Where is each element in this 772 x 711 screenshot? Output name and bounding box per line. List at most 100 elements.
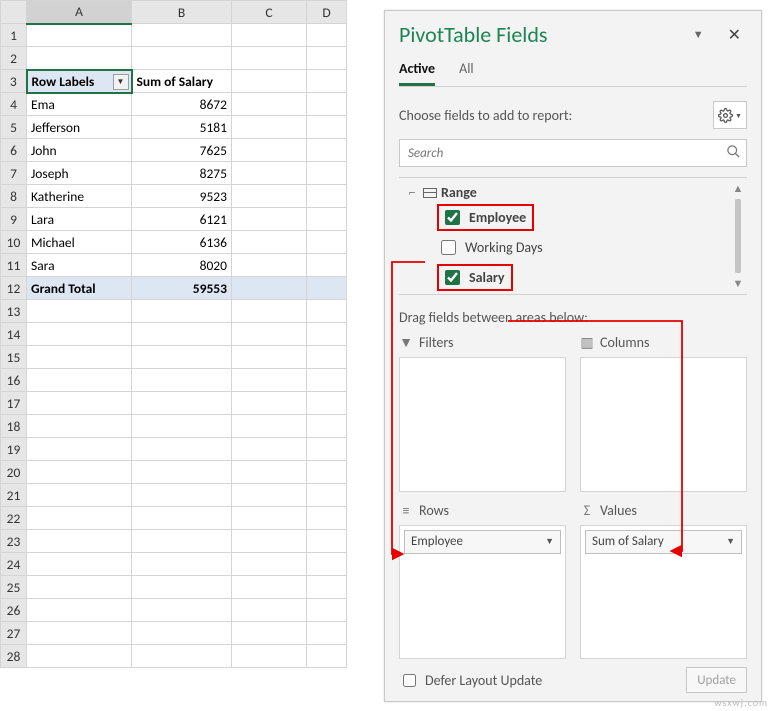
pivot-data-cell[interactable]: Michael bbox=[27, 231, 132, 254]
row-header[interactable]: 23 bbox=[1, 530, 27, 553]
select-all-corner[interactable] bbox=[1, 1, 27, 24]
row-header[interactable]: 17 bbox=[1, 392, 27, 415]
row-header[interactable]: 26 bbox=[1, 599, 27, 622]
row-header[interactable]: 10 bbox=[1, 231, 27, 254]
row-header[interactable]: 24 bbox=[1, 553, 27, 576]
row-header[interactable]: 9 bbox=[1, 208, 27, 231]
rows-area[interactable]: ≡ Rows Employee ▼ bbox=[399, 502, 566, 660]
update-button[interactable]: Update bbox=[686, 667, 747, 693]
pivot-data-cell[interactable]: Katherine bbox=[27, 185, 132, 208]
choose-fields-label: Choose fields to add to report: bbox=[399, 107, 572, 124]
range-node[interactable]: ⌐ Range bbox=[399, 184, 729, 201]
values-field-sum-salary[interactable]: Sum of Salary ▼ bbox=[585, 530, 742, 554]
row-labels-text: Row Labels bbox=[32, 73, 95, 90]
pivot-row-labels-header[interactable]: Row Labels ▼ bbox=[27, 70, 132, 93]
filters-label: Filters bbox=[419, 334, 453, 351]
rows-field-employee[interactable]: Employee ▼ bbox=[404, 530, 561, 554]
row-header[interactable]: 12 bbox=[1, 277, 27, 300]
field-employee-label: Employee bbox=[469, 209, 526, 226]
row-header[interactable]: 5 bbox=[1, 116, 27, 139]
row-header[interactable]: 8 bbox=[1, 185, 27, 208]
row-header[interactable]: 16 bbox=[1, 369, 27, 392]
defer-layout-checkbox[interactable]: Defer Layout Update bbox=[399, 671, 542, 690]
pivot-data-cell[interactable]: Lara bbox=[27, 208, 132, 231]
rows-label: Rows bbox=[419, 502, 449, 519]
row-header[interactable]: 3 bbox=[1, 70, 27, 93]
panel-title: PivotTable Fields bbox=[399, 21, 687, 48]
row-header[interactable]: 27 bbox=[1, 622, 27, 645]
table-icon bbox=[423, 188, 437, 198]
row-header[interactable]: 6 bbox=[1, 139, 27, 162]
row-header[interactable]: 13 bbox=[1, 300, 27, 323]
values-area[interactable]: ΣValues Sum of Salary ▼ bbox=[580, 502, 747, 660]
row-header[interactable]: 1 bbox=[1, 24, 27, 47]
filters-area[interactable]: ▼Filters bbox=[399, 334, 566, 492]
panel-tabs: Active All bbox=[399, 60, 747, 87]
field-employee[interactable]: Employee bbox=[399, 201, 729, 234]
field-salary[interactable]: Salary bbox=[399, 261, 729, 294]
close-button[interactable]: ✕ bbox=[722, 24, 747, 46]
watermark: wsxwj.com bbox=[714, 696, 768, 709]
spreadsheet-grid: A B C D 1 2 3 Row Labels ▼ Sum of Salary… bbox=[0, 0, 380, 668]
pivot-grand-total-value[interactable]: 59553 bbox=[132, 277, 232, 300]
pivot-grand-total-label[interactable]: Grand Total bbox=[27, 277, 132, 300]
values-field-label: Sum of Salary bbox=[592, 534, 664, 549]
scroll-down-icon[interactable]: ▼ bbox=[733, 277, 744, 290]
col-header-D[interactable]: D bbox=[307, 1, 347, 24]
field-salary-label: Salary bbox=[469, 269, 505, 286]
row-header[interactable]: 18 bbox=[1, 415, 27, 438]
tab-all[interactable]: All bbox=[459, 60, 474, 86]
tools-button[interactable]: ▼ bbox=[713, 101, 747, 129]
pivot-sum-header[interactable]: Sum of Salary bbox=[132, 70, 232, 93]
pivot-data-cell[interactable]: 8672 bbox=[132, 93, 232, 116]
col-header-C[interactable]: C bbox=[232, 1, 307, 24]
pivot-data-cell[interactable]: 5181 bbox=[132, 116, 232, 139]
row-header[interactable]: 15 bbox=[1, 346, 27, 369]
row-header[interactable]: 11 bbox=[1, 254, 27, 277]
field-working-days-checkbox[interactable] bbox=[441, 240, 456, 255]
field-salary-checkbox[interactable] bbox=[445, 270, 460, 285]
dropdown-caret-icon[interactable]: ▼ bbox=[545, 536, 554, 547]
pivot-data-cell[interactable]: 9523 bbox=[132, 185, 232, 208]
pivot-filter-dropdown[interactable]: ▼ bbox=[113, 74, 129, 90]
defer-checkbox-input[interactable] bbox=[403, 674, 416, 687]
field-working-days[interactable]: Working Days bbox=[399, 234, 729, 261]
col-header-B[interactable]: B bbox=[132, 1, 232, 24]
rows-icon: ≡ bbox=[399, 502, 413, 519]
dropdown-caret-icon[interactable]: ▼ bbox=[726, 536, 735, 547]
row-header[interactable]: 4 bbox=[1, 93, 27, 116]
row-header[interactable]: 20 bbox=[1, 461, 27, 484]
search-input[interactable] bbox=[399, 139, 747, 167]
panel-options-caret-icon[interactable]: ▼ bbox=[693, 28, 704, 41]
row-header[interactable]: 14 bbox=[1, 323, 27, 346]
pivot-data-cell[interactable]: 7625 bbox=[132, 139, 232, 162]
columns-icon: ▥ bbox=[580, 334, 594, 351]
field-employee-checkbox[interactable] bbox=[445, 210, 460, 225]
pivot-data-cell[interactable]: Ema bbox=[27, 93, 132, 116]
values-icon: Σ bbox=[580, 502, 594, 519]
pivot-data-cell[interactable]: John bbox=[27, 139, 132, 162]
row-header[interactable]: 2 bbox=[1, 47, 27, 70]
row-header[interactable]: 28 bbox=[1, 645, 27, 668]
field-list-scrollbar[interactable]: ▲ ▼ bbox=[729, 178, 747, 294]
pivot-data-cell[interactable]: 6121 bbox=[132, 208, 232, 231]
row-header[interactable]: 21 bbox=[1, 484, 27, 507]
row-header[interactable]: 19 bbox=[1, 438, 27, 461]
col-header-A[interactable]: A bbox=[27, 1, 132, 24]
pivot-data-cell[interactable]: 8020 bbox=[132, 254, 232, 277]
row-header[interactable]: 7 bbox=[1, 162, 27, 185]
columns-area[interactable]: ▥Columns bbox=[580, 334, 747, 492]
pivot-data-cell[interactable]: Jefferson bbox=[27, 116, 132, 139]
scroll-up-icon[interactable]: ▲ bbox=[733, 182, 744, 195]
scroll-thumb[interactable] bbox=[735, 199, 741, 273]
defer-label: Defer Layout Update bbox=[425, 672, 542, 689]
row-header[interactable]: 22 bbox=[1, 507, 27, 530]
row-header[interactable]: 25 bbox=[1, 576, 27, 599]
pivot-data-cell[interactable]: 8275 bbox=[132, 162, 232, 185]
pivot-data-cell[interactable]: 6136 bbox=[132, 231, 232, 254]
collapse-icon[interactable]: ⌐ bbox=[405, 184, 419, 201]
search-icon bbox=[726, 144, 741, 163]
tab-active[interactable]: Active bbox=[399, 60, 435, 86]
pivot-data-cell[interactable]: Joseph bbox=[27, 162, 132, 185]
pivot-data-cell[interactable]: Sara bbox=[27, 254, 132, 277]
